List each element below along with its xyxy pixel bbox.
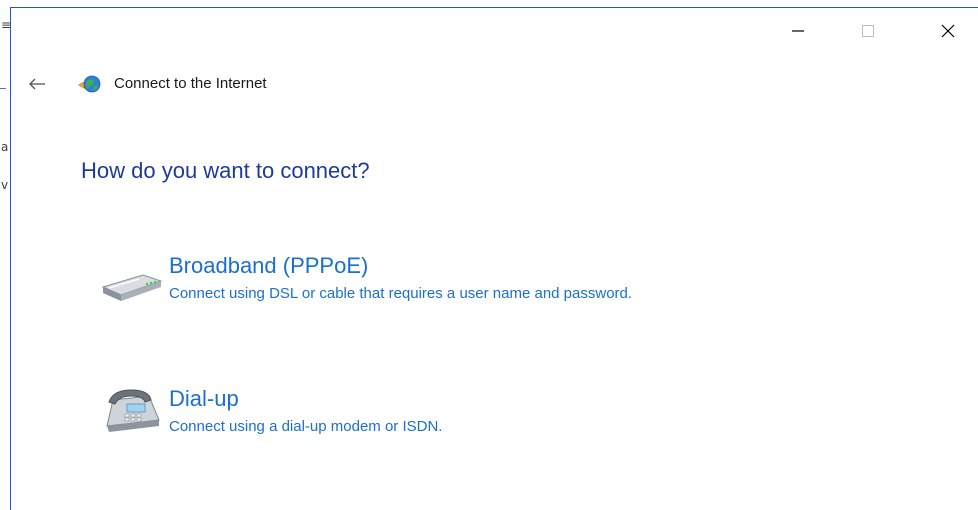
- background-text-fragment: a: [1, 140, 9, 154]
- minimize-button[interactable]: [775, 16, 821, 46]
- option-title: Dial-up: [169, 386, 239, 411]
- maximize-button[interactable]: [845, 16, 891, 46]
- page-heading: How do you want to connect?: [81, 158, 370, 183]
- close-icon: [941, 24, 955, 38]
- maximize-icon: [862, 25, 874, 37]
- dialup-phone-icon: [106, 389, 160, 432]
- window-title: Connect to the Internet: [114, 75, 267, 92]
- connect-to-internet-window: Connect to the Internet How do you want …: [10, 7, 978, 510]
- background-text-fragment: v: [1, 178, 9, 192]
- option-description: Connect using DSL or cable that requires…: [169, 285, 633, 302]
- option-dialup[interactable]: Dial-up Connect using a dial-up modem or…: [99, 386, 859, 450]
- broadband-modem-icon: [101, 274, 163, 301]
- back-arrow-icon: [29, 78, 45, 90]
- option-title: Broadband (PPPoE): [169, 253, 369, 278]
- background-window-edge: ≡ a v: [0, 0, 11, 510]
- option-broadband[interactable]: Broadband (PPPoE) Connect using DSL or c…: [99, 253, 859, 317]
- wizard-header: Connect to the Internet: [11, 70, 611, 98]
- close-button[interactable]: [925, 16, 971, 46]
- option-description: Connect using a dial-up modem or ISDN.: [169, 418, 443, 435]
- back-button[interactable]: [25, 74, 49, 94]
- background-divider: [0, 88, 6, 89]
- minimize-icon: [792, 30, 804, 32]
- network-globe-icon: [78, 75, 101, 93]
